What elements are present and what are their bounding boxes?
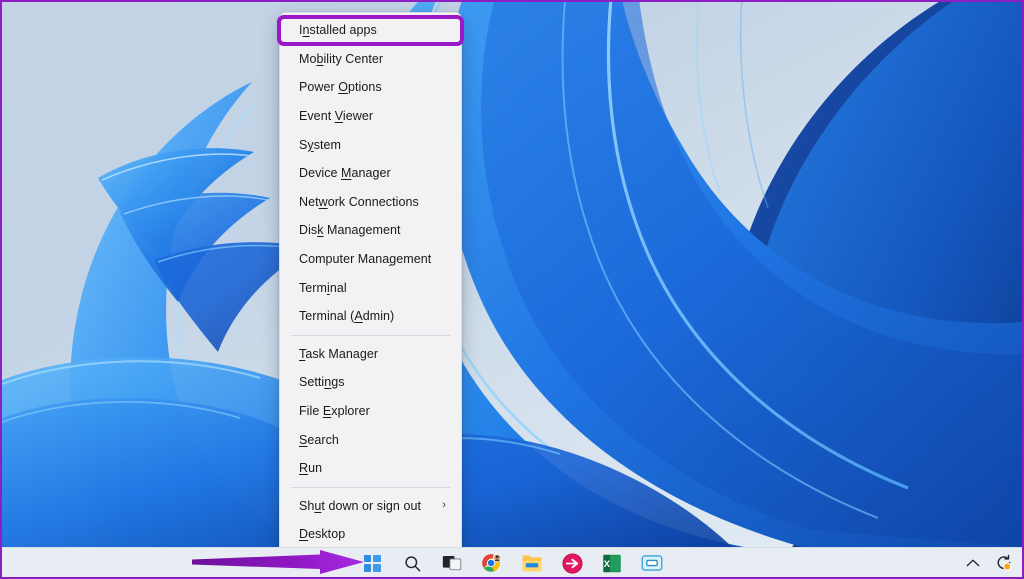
menu-item-desktop[interactable]: Desktop — [283, 520, 458, 549]
menu-item-disk-management[interactable]: Disk Management — [283, 216, 458, 245]
search-button[interactable] — [400, 551, 424, 575]
menu-item-label: Installed apps — [299, 23, 377, 38]
task-view-button[interactable] — [440, 551, 464, 575]
menu-item-label: Search — [299, 432, 339, 447]
menu-item-label: Terminal (Admin) — [299, 309, 395, 324]
menu-item-label: Disk Management — [299, 223, 401, 238]
windows-logo-icon — [363, 554, 381, 572]
menu-item-network-connections[interactable]: Network Connections — [283, 188, 458, 217]
menu-item-label: System — [299, 137, 341, 152]
menu-item-computer-management[interactable]: Computer Management — [283, 245, 458, 274]
winx-power-user-menu[interactable]: Installed apps Mobility Center Power Optio… — [279, 12, 462, 555]
chrome-button[interactable] — [480, 551, 504, 575]
folder-icon — [522, 555, 542, 572]
menu-item-label: Shut down or sign out — [299, 498, 421, 513]
menu-item-label: Run — [299, 461, 323, 476]
blue-window-icon — [641, 555, 663, 571]
menu-item-label: Mobility Center — [299, 51, 384, 66]
menu-item-label: Settings — [299, 375, 345, 390]
excel-icon: X — [603, 554, 621, 572]
windows-desktop-screenshot: Installed apps Mobility Center Power Optio… — [0, 0, 1024, 579]
menu-item-run[interactable]: Run — [283, 454, 458, 483]
task-view-icon — [442, 555, 462, 570]
desktop-wallpaper — [2, 2, 1022, 547]
menu-separator — [291, 334, 450, 336]
file-explorer-button[interactable] — [520, 551, 544, 575]
menu-item-search[interactable]: Search — [283, 425, 458, 454]
menu-item-power-options[interactable]: Power Options — [283, 73, 458, 102]
menu-item-label: File Explorer — [299, 404, 370, 419]
chrome-icon — [482, 553, 502, 572]
menu-item-terminal-admin[interactable]: Terminal (Admin) — [283, 302, 458, 331]
menu-item-task-manager[interactable]: Task Manager — [283, 340, 458, 369]
menu-item-label: Terminal — [299, 280, 347, 295]
show-hidden-icons-button[interactable] — [963, 553, 983, 573]
menu-item-file-explorer[interactable]: File Explorer — [283, 397, 458, 426]
menu-item-settings[interactable]: Settings — [283, 368, 458, 397]
menu-separator — [291, 486, 450, 488]
menu-item-terminal[interactable]: Terminal — [283, 273, 458, 302]
menu-item-label: Network Connections — [299, 194, 419, 209]
menu-item-shut-down-or-sign-out[interactable]: Shut down or sign out › — [283, 492, 458, 521]
menu-item-system[interactable]: System — [283, 130, 458, 159]
menu-item-mobility-center[interactable]: Mobility Center — [283, 45, 458, 74]
menu-item-installed-apps[interactable]: Installed apps — [283, 16, 458, 45]
update-refresh-icon — [997, 554, 1012, 571]
chevron-up-icon — [966, 559, 980, 567]
menu-item-label: Power Options — [299, 80, 382, 95]
start-button[interactable] — [360, 551, 384, 575]
red-app-button[interactable] — [560, 551, 584, 575]
svg-text:X: X — [604, 559, 611, 570]
menu-item-device-manager[interactable]: Device Manager — [283, 159, 458, 188]
excel-button[interactable]: X — [600, 551, 624, 575]
red-arrow-circle-icon — [561, 552, 583, 574]
blue-app-button[interactable] — [640, 551, 664, 575]
update-status-button[interactable] — [994, 553, 1014, 573]
search-icon — [404, 555, 420, 571]
menu-item-label: Device Manager — [299, 166, 391, 181]
menu-item-label: Task Manager — [299, 346, 379, 361]
chevron-right-icon: › — [442, 499, 446, 512]
menu-item-event-viewer[interactable]: Event Viewer — [283, 102, 458, 131]
taskbar[interactable]: X — [2, 547, 1022, 577]
taskbar-button-group: X — [360, 548, 664, 577]
menu-item-label: Event Viewer — [299, 109, 374, 124]
system-tray — [963, 548, 1014, 577]
menu-item-label: Computer Management — [299, 252, 432, 267]
menu-item-label: Desktop — [299, 527, 346, 542]
